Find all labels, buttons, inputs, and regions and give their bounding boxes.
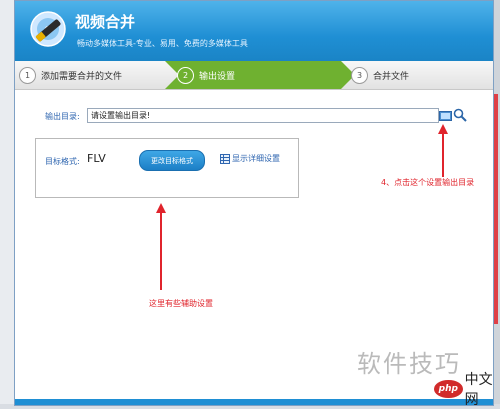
step-number: 1 xyxy=(19,66,36,84)
video-merge-dialog: 视频合并 畅动多媒体工具-专业、易用、免费的多媒体工具 1 添加需要合并的文件 … xyxy=(14,0,494,406)
show-detail-settings-link[interactable]: 显示详细设置 xyxy=(232,153,280,164)
dialog-header: 视频合并 畅动多媒体工具-专业、易用、免费的多媒体工具 xyxy=(15,1,493,61)
step-bar: 1 添加需要合并的文件 2 输出设置 3 合并文件 xyxy=(15,61,493,90)
step-output-settings[interactable]: 2 输出设置 xyxy=(177,61,355,89)
step-label: 添加需要合并的文件 xyxy=(41,71,123,82)
output-dir-label: 输出目录: xyxy=(45,112,80,121)
step-number: 2 xyxy=(177,66,194,84)
app-title: 视频合并 xyxy=(75,13,136,31)
target-format-label: 目标格式: xyxy=(45,157,80,166)
annotation-arrow-line xyxy=(442,133,444,177)
step-merge-files[interactable]: 3 合并文件 xyxy=(351,61,409,89)
step-add-files[interactable]: 1 添加需要合并的文件 xyxy=(19,61,169,89)
background-window-left xyxy=(0,0,15,404)
watermark-logo: php 中文网 xyxy=(434,372,500,408)
watermark-text: 软件技巧 xyxy=(357,350,461,378)
folder-icon[interactable] xyxy=(439,109,452,122)
aux-settings-note: 这里有些辅助设置 xyxy=(149,299,213,308)
app-subtitle: 畅动多媒体工具-专业、易用、免费的多媒体工具 xyxy=(77,39,248,48)
set-output-dir-note: 4、点击这个设置输出目录 xyxy=(381,178,475,187)
search-icon[interactable] xyxy=(453,108,467,122)
php-logo-badge: php xyxy=(434,380,463,398)
app-logo-icon xyxy=(30,11,66,47)
step-label: 合并文件 xyxy=(373,71,410,82)
background-red-strip xyxy=(494,94,498,324)
target-format-value: FLV xyxy=(87,152,106,165)
dialog-bottom-bar xyxy=(15,399,493,405)
change-format-button[interactable]: 更改目标格式 xyxy=(139,150,205,171)
step-label: 输出设置 xyxy=(199,71,236,82)
step-number: 3 xyxy=(351,66,368,84)
annotation-arrow-line xyxy=(160,212,162,290)
output-dir-input[interactable] xyxy=(87,108,439,123)
php-logo-text: 中文网 xyxy=(464,372,493,408)
settings-grid-icon[interactable] xyxy=(220,154,230,164)
